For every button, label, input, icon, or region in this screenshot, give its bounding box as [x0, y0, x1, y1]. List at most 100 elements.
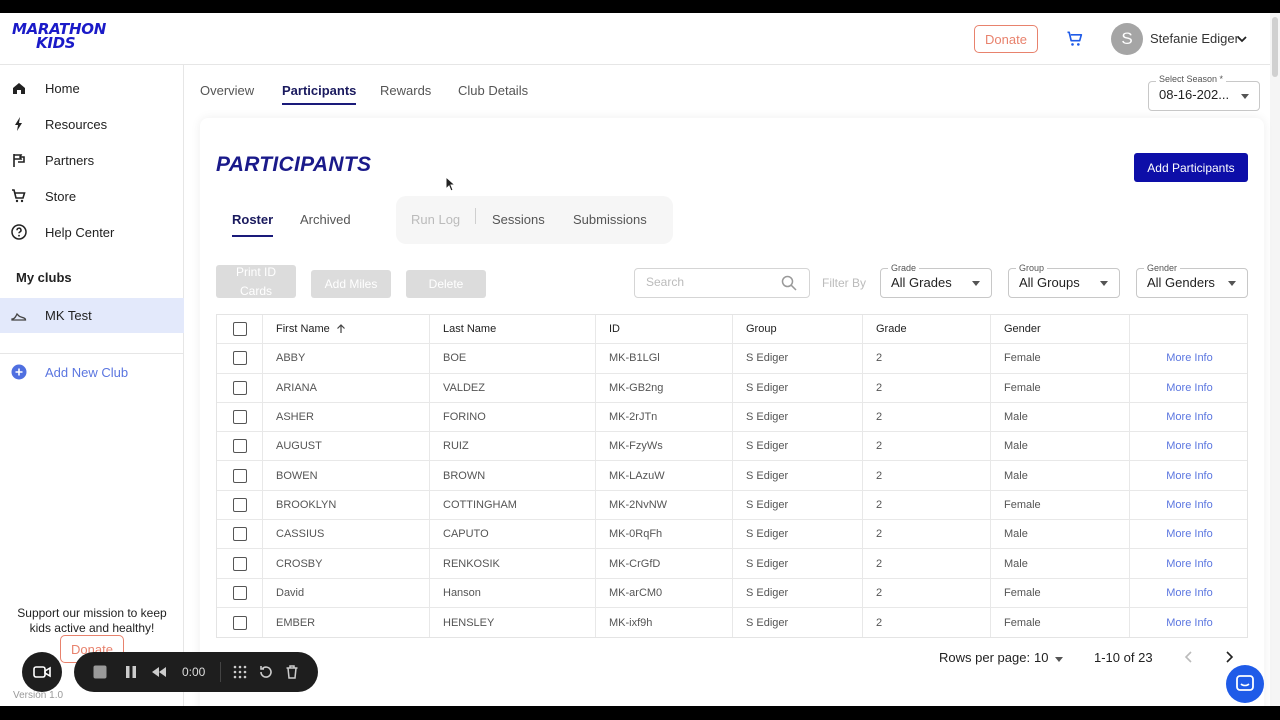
row-checkbox[interactable] — [232, 439, 247, 454]
sidebar-item-resources[interactable]: Resources — [0, 106, 184, 142]
tab-submissions[interactable]: Submissions — [573, 212, 647, 227]
tab-participants[interactable]: Participants — [282, 83, 357, 105]
gender-filter-value[interactable]: All Genders — [1147, 275, 1215, 290]
select-all-checkbox[interactable] — [232, 322, 247, 337]
tab-archived[interactable]: Archived — [300, 212, 351, 227]
chevron-left-icon[interactable] — [1182, 650, 1196, 664]
column-header-gender[interactable]: Gender — [990, 315, 1129, 344]
season-select-value[interactable]: 08-16-202... — [1159, 87, 1229, 102]
dropdown-arrow-icon[interactable] — [1240, 91, 1250, 101]
toolbar-divider — [220, 662, 221, 682]
dropdown-arrow-icon[interactable] — [971, 278, 981, 288]
column-header-grade[interactable]: Grade — [862, 315, 990, 344]
table-body: ABBY BOE MK-B1LGl S Ediger 2 Female More Info A… — [217, 344, 1249, 638]
first-name-cell: EMBER — [262, 607, 429, 638]
table-row[interactable]: ASHER FORINO MK-2rJTn S Ediger 2 Male More Inf… — [217, 402, 1249, 433]
tab-rewards[interactable]: Rewards — [380, 83, 431, 105]
tab-club-details[interactable]: Club Details — [458, 83, 528, 105]
row-checkbox[interactable] — [232, 497, 247, 512]
add-miles-button[interactable]: Add Miles — [311, 270, 391, 298]
print-id-cards-button[interactable]: Print ID Cards — [216, 265, 296, 298]
column-header-first-name[interactable]: First Name — [262, 315, 429, 344]
stop-icon[interactable] — [92, 664, 108, 680]
donate-button[interactable]: Donate — [974, 25, 1038, 53]
table-row[interactable]: David Hanson MK-arCM0 S Ediger 2 Female More I… — [217, 578, 1249, 608]
more-info-link[interactable]: More Info — [1129, 549, 1249, 578]
trash-icon[interactable] — [284, 664, 300, 680]
add-new-club-button[interactable]: Add New Club — [0, 354, 184, 390]
cart-icon — [12, 189, 26, 203]
table-row[interactable]: CASSIUS CAPUTO MK-0RqFh S Ediger 2 Male More I… — [217, 520, 1249, 550]
sidebar-item-partners[interactable]: Partners — [0, 142, 184, 178]
search-icon[interactable] — [781, 275, 797, 291]
chevron-down-icon[interactable] — [1236, 33, 1248, 45]
table-row[interactable]: ABBY BOE MK-B1LGl S Ediger 2 Female More Info — [217, 344, 1249, 374]
tab-run-log[interactable]: Run Log — [411, 212, 460, 227]
row-checkbox[interactable] — [232, 527, 247, 542]
row-checkbox[interactable] — [232, 615, 247, 630]
rows-per-page-select[interactable]: 10 — [1034, 650, 1048, 665]
dropdown-arrow-icon[interactable] — [1054, 654, 1064, 664]
column-header-group[interactable]: Group — [732, 315, 862, 344]
more-info-link[interactable]: More Info — [1129, 373, 1249, 402]
more-info-link[interactable]: More Info — [1129, 432, 1249, 461]
more-info-link[interactable]: More Info — [1129, 344, 1249, 373]
row-checkbox[interactable] — [232, 351, 247, 366]
page-scrollbar[interactable] — [1270, 13, 1280, 706]
tab-roster[interactable]: Roster — [232, 212, 274, 237]
cart-icon[interactable] — [1065, 29, 1085, 49]
more-info-link[interactable]: More Info — [1129, 607, 1249, 638]
column-header-last-name[interactable]: Last Name — [429, 315, 595, 344]
more-info-link[interactable]: More Info — [1129, 490, 1249, 520]
gender-cell: Male — [990, 520, 1129, 549]
dropdown-arrow-icon[interactable] — [1227, 278, 1237, 288]
row-checkbox[interactable] — [232, 556, 247, 571]
chat-button[interactable] — [1226, 665, 1264, 703]
avatar[interactable]: S — [1111, 23, 1143, 55]
more-info-link[interactable]: More Info — [1129, 520, 1249, 549]
sidebar-item-mk-test[interactable]: MK Test — [0, 298, 184, 333]
recorder-camera-button[interactable] — [22, 652, 62, 692]
gender-cell: Male — [990, 402, 1129, 432]
user-name[interactable]: Stefanie Ediger — [1150, 31, 1239, 46]
sidebar-item-help-center[interactable]: Help Center — [0, 214, 184, 250]
search-input[interactable] — [646, 275, 776, 289]
more-info-link[interactable]: More Info — [1129, 402, 1249, 432]
sort-arrow-up-icon[interactable] — [336, 324, 346, 334]
recording-timer: 0:00 — [182, 665, 206, 679]
scrollbar-thumb[interactable] — [1272, 17, 1278, 77]
first-name-cell: David — [262, 578, 429, 607]
group-filter-value[interactable]: All Groups — [1019, 275, 1080, 290]
more-info-link[interactable]: More Info — [1129, 578, 1249, 607]
rewind-icon[interactable] — [151, 664, 167, 680]
table-row[interactable]: AUGUST RUIZ MK-FzyWs S Ediger 2 Male More Info — [217, 432, 1249, 462]
dropdown-arrow-icon[interactable] — [1099, 278, 1109, 288]
table-row[interactable]: CROSBY RENKOSIK MK-CrGfD S Ediger 2 Male More … — [217, 549, 1249, 579]
app-window: MARATHON KIDS Donate S Stefanie Ediger H… — [0, 13, 1280, 706]
marathon-kids-logo[interactable]: MARATHON KIDS — [12, 22, 112, 51]
rows-per-page-label: Rows per page: — [939, 650, 1031, 665]
restart-icon[interactable] — [258, 664, 274, 680]
row-checkbox[interactable] — [232, 380, 247, 395]
delete-button[interactable]: Delete — [406, 270, 486, 298]
more-info-link[interactable]: More Info — [1129, 461, 1249, 490]
gender-cell: Female — [990, 607, 1129, 638]
row-checkbox[interactable] — [232, 585, 247, 600]
grade-filter-value[interactable]: All Grades — [891, 275, 952, 290]
sidebar-item-home[interactable]: Home — [0, 70, 184, 106]
pause-icon[interactable] — [123, 664, 139, 680]
tab-sessions[interactable]: Sessions — [492, 212, 545, 227]
table-row[interactable]: BOWEN BROWN MK-LAzuW S Ediger 2 Male More Info — [217, 461, 1249, 491]
grid-dots-icon[interactable] — [232, 664, 248, 680]
table-row[interactable]: EMBER HENSLEY MK-ixf9h S Ediger 2 Female More … — [217, 607, 1249, 638]
row-checkbox[interactable] — [232, 468, 247, 483]
column-header-id[interactable]: ID — [595, 315, 732, 344]
sidebar-item-store[interactable]: Store — [0, 178, 184, 214]
group-cell: S Ediger — [732, 607, 862, 638]
add-participants-button[interactable]: Add Participants — [1134, 153, 1248, 182]
row-checkbox[interactable] — [232, 410, 247, 425]
table-row[interactable]: ARIANA VALDEZ MK-GB2ng S Ediger 2 Female More … — [217, 373, 1249, 403]
tab-overview[interactable]: Overview — [200, 83, 254, 105]
chevron-right-icon[interactable] — [1222, 650, 1236, 664]
table-row[interactable]: BROOKLYN COTTINGHAM MK-2NvNW S Ediger 2 Femal… — [217, 490, 1249, 521]
